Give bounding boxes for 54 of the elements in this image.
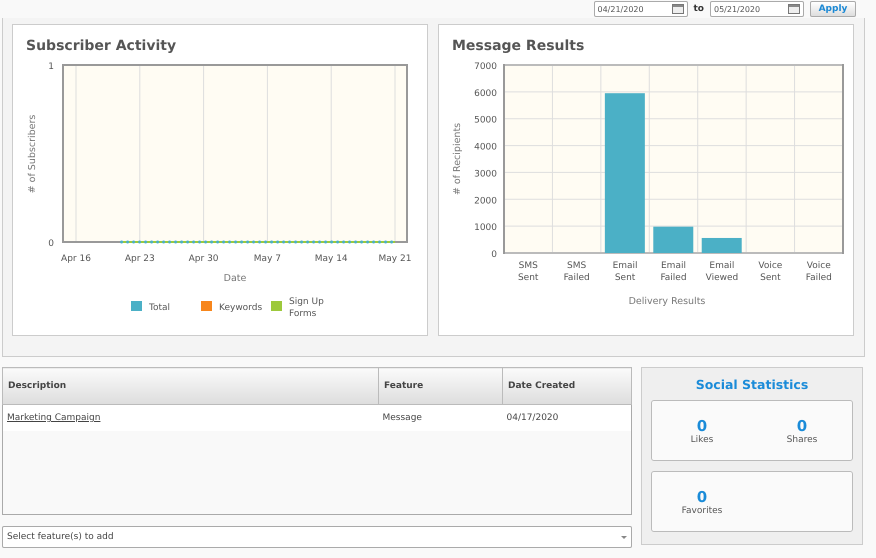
panel-title: Social Statistics [694, 376, 810, 394]
axis-title: Delivery Results [628, 296, 706, 307]
column-header[interactable]: Feature [378, 368, 502, 404]
category-label: Email Viewed [706, 261, 738, 283]
axis-tick-label: 1 [48, 62, 54, 72]
axis-tick-label: 2000 [474, 196, 497, 206]
stat-value: 0 [796, 416, 808, 434]
stat-value: 0 [696, 488, 708, 506]
axis-tick-label: 0 [48, 239, 54, 249]
column-header[interactable]: Description [2, 368, 378, 404]
category-label: SMS Failed [564, 261, 590, 283]
calendar-icon[interactable] [672, 4, 684, 14]
axis-tick-label: 5000 [474, 116, 497, 126]
category-label: SMS Sent [518, 261, 538, 283]
axis-tick-label: May 14 [314, 254, 348, 264]
stat-label: Likes [690, 434, 714, 444]
axis-title: Date [224, 273, 246, 284]
category-label: Voice Sent [758, 261, 782, 283]
axis-tick-label: May 7 [254, 254, 281, 264]
caret-icon [621, 536, 627, 538]
axis-tick-label: Apr 16 [61, 254, 91, 264]
axis-tick-label: 3000 [474, 169, 497, 180]
axis-tick-label: 6000 [474, 88, 497, 99]
stat-label: Favorites [680, 506, 724, 516]
legend-label: Total [149, 303, 170, 313]
axis-tick-label: Apr 30 [188, 254, 219, 264]
axis-tick-label: 1000 [474, 223, 497, 234]
campaign-link[interactable]: Marketing Campaign [7, 413, 100, 423]
legend-label: Sign Up Forms [289, 297, 324, 319]
stat-value: 0 [696, 416, 708, 434]
column-header[interactable]: Date Created [502, 368, 632, 404]
chart-title: Subscriber Activity [25, 37, 178, 56]
bar [702, 238, 742, 253]
legend-label: Keywords [219, 303, 262, 313]
axis-tick-label: 7000 [474, 62, 497, 72]
axis-tick-label: 4000 [474, 142, 497, 153]
category-label: Voice Failed [806, 261, 832, 283]
feature-select[interactable]: Select feature(s) to add [2, 526, 632, 548]
category-label: Email Sent [612, 261, 638, 283]
to-label: to [694, 4, 704, 14]
end-date-field[interactable]: 05/21/2020 [710, 1, 804, 17]
calendar-icon[interactable] [788, 4, 800, 14]
table-cell: 04/17/2020 [502, 404, 632, 431]
stat-label: Shares [786, 434, 818, 444]
axis-tick-label: Apr 23 [124, 254, 155, 264]
axis-tick-label: May 21 [378, 254, 412, 264]
start-date-field[interactable]: 04/21/2020 [594, 1, 688, 17]
category-label: Email Failed [660, 261, 687, 283]
table-cell: Message [378, 404, 502, 431]
bar [653, 226, 694, 253]
axis-tick-label: 0 [491, 250, 497, 260]
chart-title: Message Results [451, 37, 586, 56]
axis-title: # of Subscribers [27, 114, 38, 194]
axis-title: # of Recipients [452, 122, 463, 196]
